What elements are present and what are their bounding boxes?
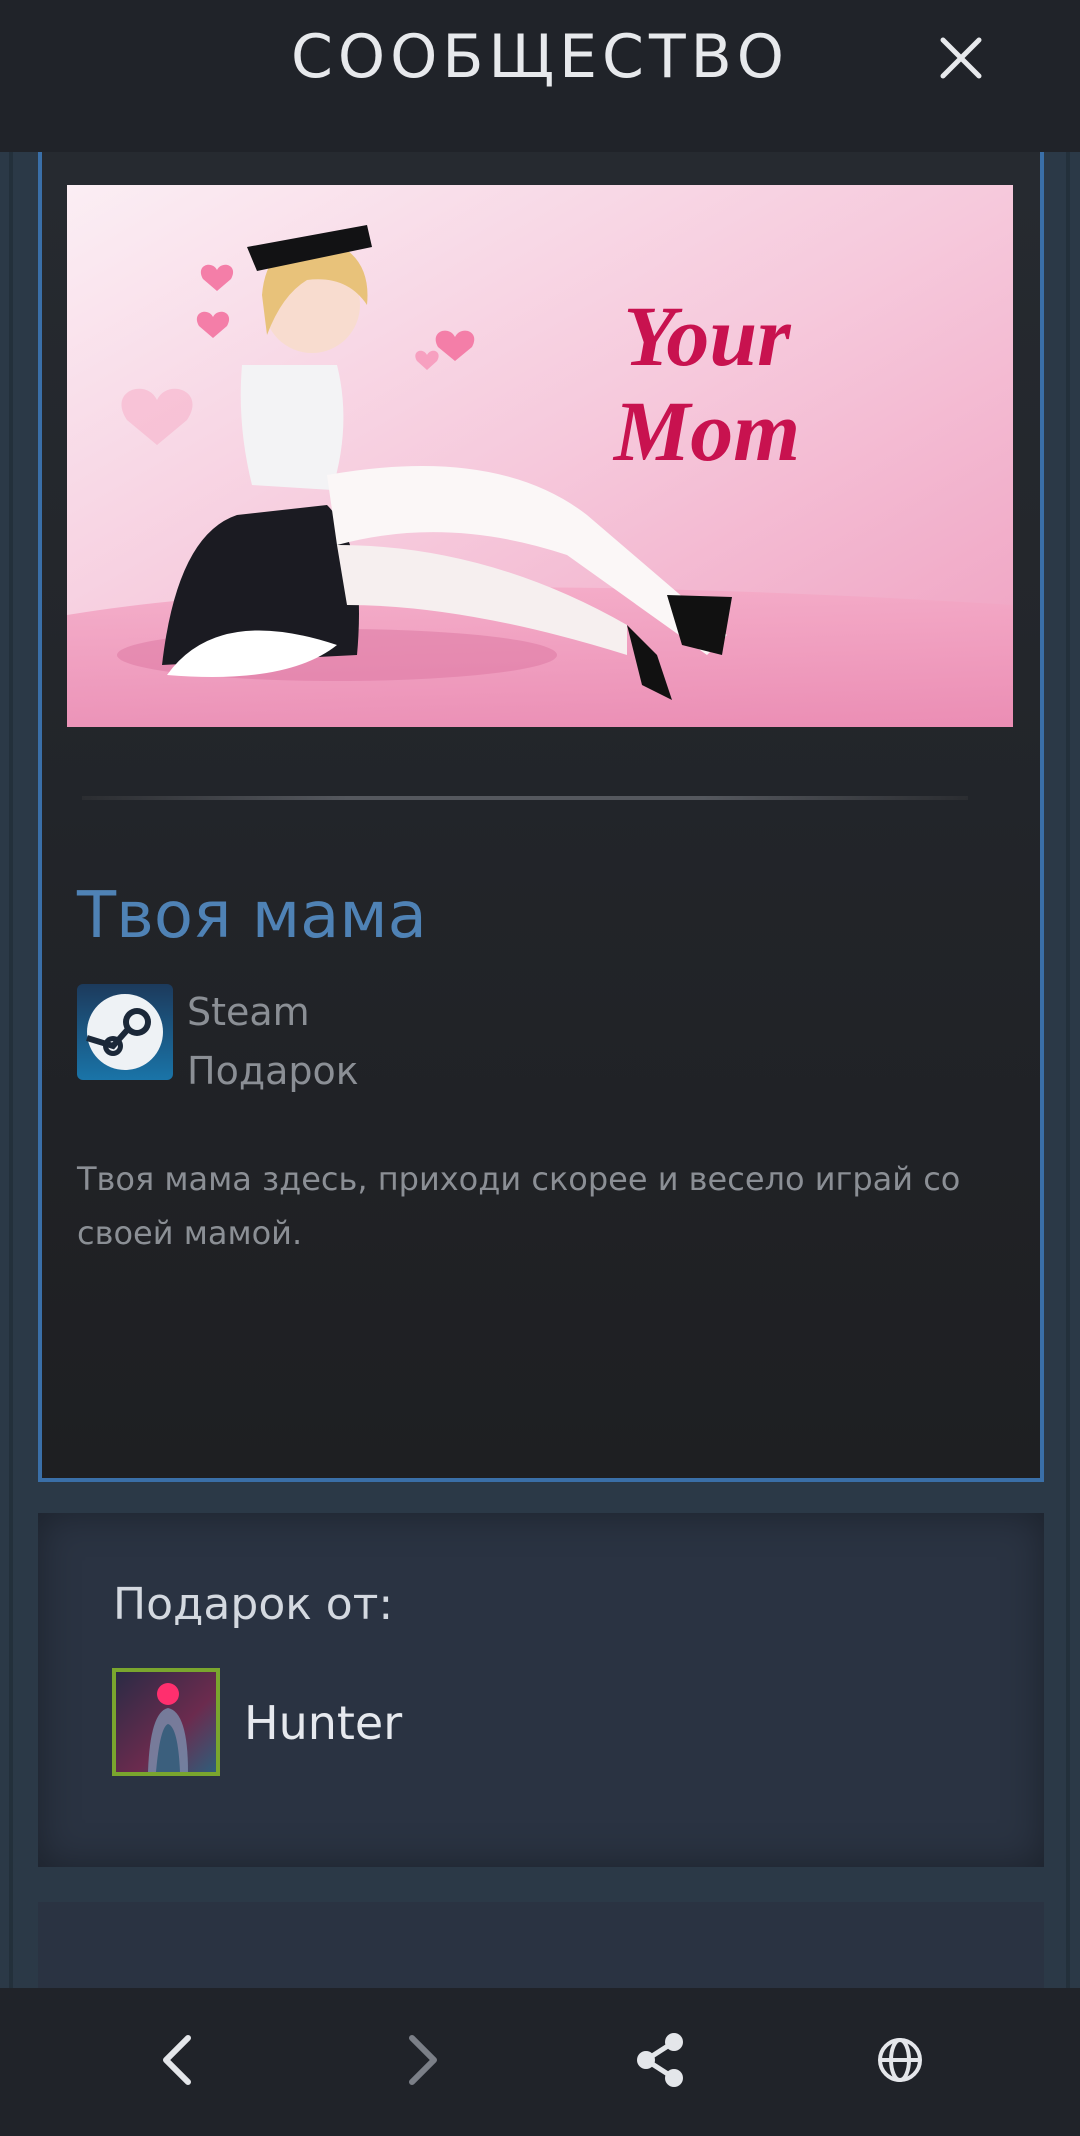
banner-text-mom: Mom <box>612 383 800 479</box>
page-content[interactable]: Your Mom Твоя мама Steam Подарок Твоя ма… <box>0 152 1080 1988</box>
gift-sender-name[interactable]: Hunter <box>244 1696 402 1750</box>
back-icon[interactable] <box>148 2028 212 2092</box>
page-title: СООБЩЕСТВО <box>291 22 789 92</box>
avatar[interactable] <box>112 1668 220 1776</box>
app-name: Steam <box>187 990 310 1034</box>
share-icon[interactable] <box>628 2028 692 2092</box>
item-type: Подарок <box>187 1049 359 1093</box>
decorative-line <box>1066 152 1070 1988</box>
gift-from-card: Подарок от: Hunter <box>38 1513 1044 1867</box>
decorative-line <box>9 152 13 1988</box>
gift-from-label: Подарок от: <box>113 1579 394 1630</box>
globe-icon[interactable] <box>868 2028 932 2092</box>
divider <box>82 796 968 800</box>
bottom-nav <box>0 1988 1080 2136</box>
close-icon[interactable] <box>935 32 987 84</box>
forward-icon[interactable] <box>388 2028 452 2092</box>
steam-icon <box>77 984 173 1080</box>
item-banner-image: Your Mom <box>67 185 1013 727</box>
item-card: Your Mom Твоя мама Steam Подарок Твоя ма… <box>38 152 1044 1482</box>
item-name: Твоя мама <box>77 879 427 953</box>
top-bar: СООБЩЕСТВО <box>0 0 1080 152</box>
next-card <box>38 1902 1044 1988</box>
banner-text-your: Your <box>623 288 792 384</box>
item-description: Твоя мама здесь, приходи скорее и весело… <box>77 1160 961 1252</box>
